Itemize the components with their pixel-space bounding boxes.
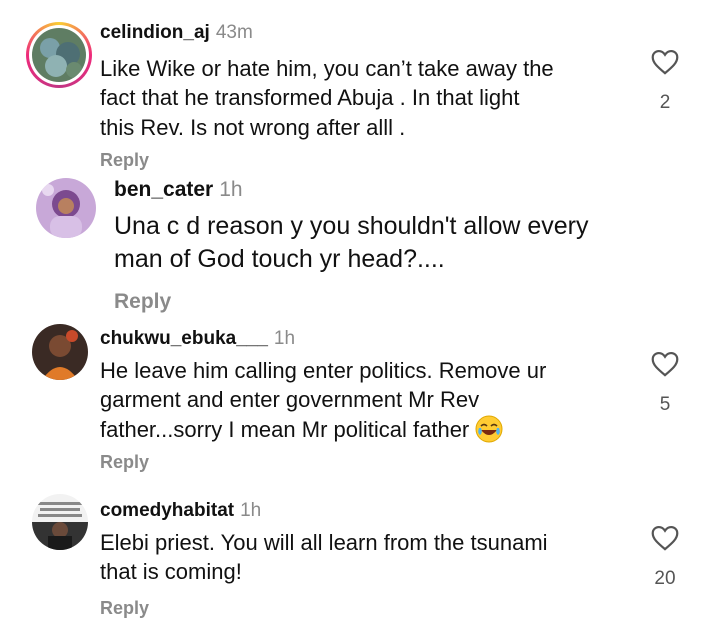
comment-username[interactable]: celindion_aj [100,22,210,43]
comment-username[interactable]: chukwu_ebuka___ [100,328,268,349]
comment-text: Una c d reason y you shouldn't allow eve… [114,212,589,273]
comment-username[interactable]: comedyhabitat [100,500,234,521]
comment-time: 43m [215,22,253,43]
reply-button[interactable]: Reply [100,598,149,619]
joy-emoji-icon [475,415,503,443]
comment-item: comedyhabitat 1h Elebi priest. You will a… [0,480,719,624]
reply-button[interactable]: Reply [100,452,149,473]
reply-button[interactable]: Reply [100,150,149,171]
comment-time: 1h [273,328,296,349]
comment-time: 1h [219,178,243,201]
comment-text: Like Wike or hate him, you can’t take aw… [100,56,554,140]
comment-time: 1h [240,500,262,521]
reply-button[interactable]: Reply [114,290,171,314]
comment-item: celindion_aj 43m Like Wike or hate him, y… [0,0,719,170]
comment-text: He leave him calling enter politics. Rem… [100,358,547,443]
comment-item: ben_cater 1h Una c d reason y you shouldn… [0,170,719,320]
heart-outline-icon[interactable] [650,524,680,551]
avatar[interactable] [32,324,88,380]
comment-text: Elebi priest. You will all learn from th… [100,530,548,585]
avatar[interactable] [32,28,86,82]
like-count[interactable]: 5 [645,394,685,416]
comment-item: chukwu_ebuka___ 1h He leave him calling e… [0,320,719,480]
avatar[interactable] [32,494,88,550]
comment-username[interactable]: ben_cater [114,178,213,201]
like-count[interactable]: 2 [645,92,685,114]
heart-outline-icon[interactable] [650,350,680,377]
heart-outline-icon[interactable] [650,48,680,75]
like-count[interactable]: 20 [645,568,685,590]
avatar[interactable] [36,178,96,238]
